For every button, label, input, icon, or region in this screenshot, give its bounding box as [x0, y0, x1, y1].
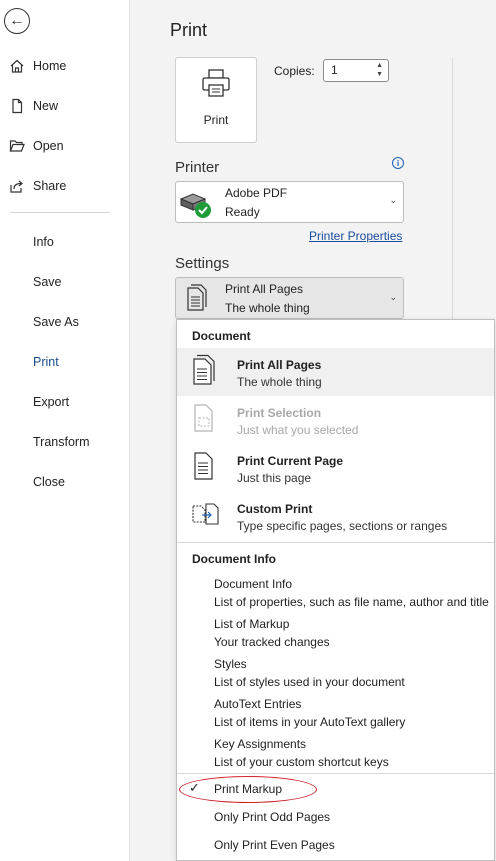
menu-item-title: Print Current Page [237, 454, 344, 468]
menu-item-title: List of Markup [214, 617, 290, 631]
print-range-select[interactable]: Print All Pages The whole thing ⌄ [175, 277, 404, 319]
menu-item-title: Print Selection [237, 406, 322, 420]
menu-item-print-current-page[interactable]: Print Current Page Just this page [177, 444, 494, 492]
sidebar-item-share[interactable]: Share [0, 171, 130, 201]
sidebar-item-label: Save As [33, 315, 79, 329]
menu-item-print-selection: Print Selection Just what you selected [177, 396, 494, 444]
sidebar-item-label: Home [33, 59, 67, 73]
document-section-heading: Document [192, 329, 251, 343]
menu-item-desc: Just this page [237, 471, 312, 485]
menu-item-desc: Just what you selected [237, 423, 359, 437]
home-icon [0, 58, 33, 74]
menu-item-desc: List of properties, such as file name, a… [214, 595, 489, 609]
chevron-down-icon: ⌄ [389, 292, 397, 302]
chevron-down-icon: ⌄ [389, 195, 397, 205]
menu-item-desc: List of items in your AutoText gallery [214, 715, 406, 729]
sidebar-item-label: Transform [33, 435, 90, 449]
sidebar-item-label: Save [33, 275, 62, 289]
spin-arrows-icon[interactable]: ▲ ▼ [376, 61, 383, 79]
settings-selected-desc: The whole thing [225, 301, 310, 315]
menu-item-title: Custom Print [237, 502, 313, 516]
copies-value: 1 [331, 63, 338, 77]
menu-item-styles[interactable]: Styles List of styles used in your docum… [214, 657, 405, 689]
print-button-label: Print [203, 113, 229, 127]
menu-item-only-print-even-pages[interactable]: Only Print Even Pages [214, 838, 335, 852]
annotation-highlight-circle [179, 776, 317, 803]
document-info-section-heading: Document Info [192, 552, 276, 566]
menu-item-title: Styles [214, 657, 247, 671]
menu-item-list-of-markup[interactable]: List of Markup Your tracked changes [214, 617, 330, 649]
sidebar-item-label: Share [33, 179, 67, 193]
sidebar-item-label: Open [33, 139, 64, 153]
menu-item-print-all-pages[interactable]: Print All Pages The whole thing [177, 348, 494, 396]
menu-item-title: AutoText Entries [214, 697, 302, 711]
printer-name: Adobe PDF [225, 186, 288, 200]
page-title: Print [170, 20, 208, 40]
sidebar-item-save-as[interactable]: Save As [0, 307, 130, 337]
settings-heading: Settings [175, 255, 230, 272]
pages-icon [191, 354, 217, 391]
menu-divider [177, 542, 494, 543]
printer-device-icon [179, 191, 213, 224]
menu-item-title: Document Info [214, 577, 293, 591]
share-icon [0, 178, 33, 194]
sidebar-item-print[interactable]: Print [0, 347, 130, 377]
menu-item-desc: List of your custom shortcut keys [214, 755, 389, 769]
menu-item-title: Key Assignments [214, 737, 307, 751]
copies-label: Copies: [274, 64, 315, 78]
menu-item-title: Print All Pages [237, 358, 322, 372]
menu-item-autotext-entries[interactable]: AutoText Entries List of items in your A… [214, 697, 405, 729]
menu-item-desc: Your tracked changes [214, 635, 330, 649]
custom-print-icon [191, 498, 221, 535]
sidebar-item-label: Export [33, 395, 70, 409]
print-button[interactable]: Print [175, 57, 257, 143]
sidebar-item-label: Close [33, 475, 65, 489]
sidebar-item-open[interactable]: Open [0, 131, 130, 161]
menu-item-custom-print[interactable]: Custom Print Type specific pages, sectio… [177, 492, 494, 540]
selection-page-icon [191, 402, 217, 439]
sidebar-item-new[interactable]: New [0, 91, 130, 121]
back-arrow-icon[interactable]: ← [4, 8, 30, 34]
sidebar-item-export[interactable]: Export [0, 387, 130, 417]
printer-icon [200, 68, 232, 103]
single-page-icon [191, 450, 217, 487]
menu-item-title: Only Print Odd Pages [214, 810, 331, 824]
menu-item-title: Only Print Even Pages [214, 838, 335, 852]
menu-item-desc: The whole thing [237, 375, 322, 389]
new-document-icon [0, 98, 33, 114]
sidebar-item-home[interactable]: Home [0, 51, 130, 81]
sidebar-item-transform[interactable]: Transform [0, 427, 130, 457]
menu-item-desc: List of styles used in your document [214, 675, 405, 689]
printer-status: Ready [225, 205, 260, 219]
sidebar-item-label: Info [33, 235, 54, 249]
print-range-dropdown: Document Print All Pages The whole thing… [176, 319, 495, 861]
sidebar-item-label: Print [33, 355, 59, 369]
menu-divider [177, 773, 494, 774]
pages-icon [186, 284, 208, 317]
printer-select[interactable]: Adobe PDF Ready ⌄ [175, 181, 404, 223]
info-icon[interactable]: i [392, 157, 404, 169]
menu-item-only-print-odd-pages[interactable]: Only Print Odd Pages [214, 810, 330, 824]
backstage-sidebar: ← Home New Open Share Info Save Save As … [0, 0, 130, 861]
sidebar-item-info[interactable]: Info [0, 227, 130, 257]
sidebar-item-save[interactable]: Save [0, 267, 130, 297]
printer-properties-link[interactable]: Printer Properties [309, 229, 402, 243]
printer-heading: Printer [175, 159, 220, 176]
folder-open-icon [0, 138, 33, 154]
menu-item-document-info[interactable]: Document Info List of properties, such a… [214, 577, 489, 609]
menu-item-desc: Type specific pages, sections or ranges [237, 519, 448, 533]
settings-selected-title: Print All Pages [225, 282, 304, 296]
sidebar-item-close[interactable]: Close [0, 467, 130, 497]
menu-item-key-assignments[interactable]: Key Assignments List of your custom shor… [214, 737, 389, 769]
copies-stepper[interactable]: 1 ▲ ▼ [323, 59, 389, 82]
sidebar-item-label: New [33, 99, 59, 113]
sidebar-divider [10, 212, 110, 213]
